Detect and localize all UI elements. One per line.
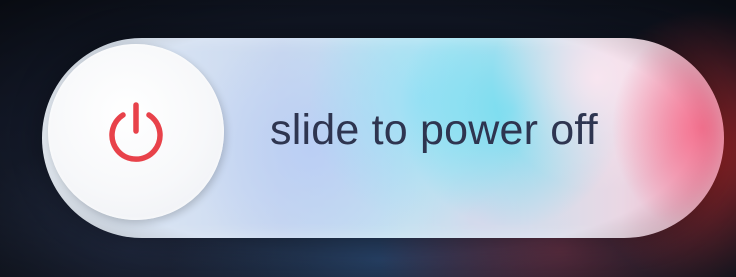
- power-icon: [109, 102, 163, 162]
- power-off-screen: slide to power off: [0, 0, 736, 277]
- slider-label: slide to power off: [270, 106, 598, 154]
- power-slider-knob[interactable]: [48, 44, 224, 220]
